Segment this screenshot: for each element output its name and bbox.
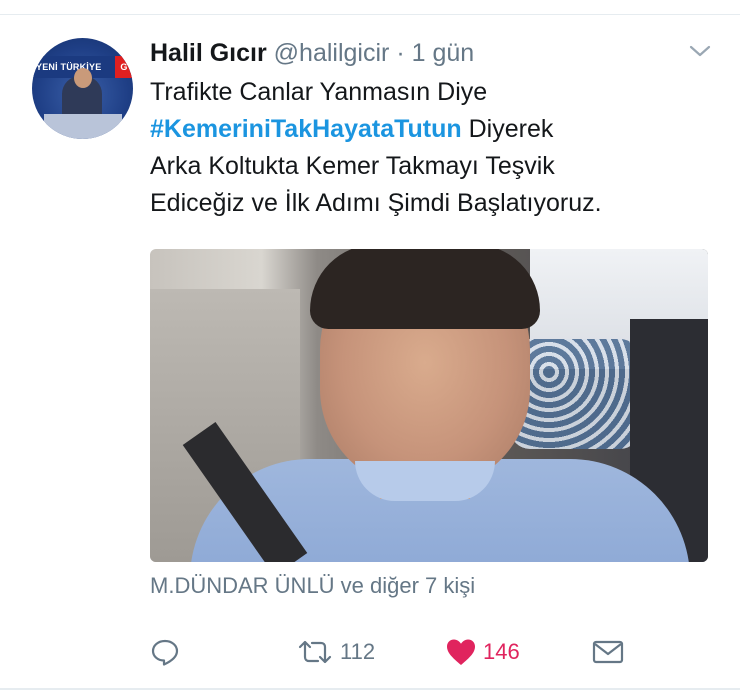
like-button[interactable]: 146: [445, 630, 520, 674]
hashtag-link[interactable]: #KemeriniTakHayataTutun: [150, 115, 462, 143]
retweet-button[interactable]: 112: [296, 630, 375, 674]
tweet-photo[interactable]: [150, 249, 708, 562]
avatar-banner-text: YENİ TÜRKİYE: [36, 62, 102, 72]
photo-collar: [355, 461, 495, 501]
tweet-text-line-4: Ediceğiz ve İlk Adımı Şimdi Başlatıyoruz…: [150, 189, 602, 217]
envelope-icon: [592, 640, 624, 664]
heart-icon: [447, 639, 475, 665]
tweet-text-line-2: #KemeriniTakHayataTutun Diyerek: [150, 111, 725, 148]
retweet-count: 112: [340, 639, 376, 664]
author-name[interactable]: Halil Gıcır: [150, 39, 267, 67]
avatar[interactable]: YENİ TÜRKİYE G: [32, 38, 133, 139]
avatar-desk: [44, 114, 122, 139]
top-divider: [0, 14, 740, 15]
chevron-down-icon[interactable]: [688, 42, 712, 60]
tweet-actions: 112 146: [0, 630, 740, 674]
liked-by-text[interactable]: M.DÜNDAR ÜNLÜ ve diğer 7 kişi: [150, 571, 475, 601]
reply-icon: [151, 639, 179, 666]
bottom-divider: [0, 688, 740, 690]
retweet-icon: [298, 640, 332, 664]
tweet-header: Halil Gıcır @halilgicir · 1 gün: [150, 36, 474, 70]
like-count: 146: [483, 639, 520, 664]
author-handle[interactable]: @halilgicir: [274, 39, 390, 67]
reply-button[interactable]: [150, 630, 180, 674]
direct-message-button[interactable]: [592, 630, 624, 674]
avatar-head: [74, 68, 92, 88]
tweet-text-line-1: Trafikte Canlar Yanmasın Diye: [150, 78, 488, 106]
tweet-text-line-3: Arka Koltukta Kemer Takmayı Teşvik: [150, 152, 555, 180]
timestamp[interactable]: 1 gün: [412, 39, 475, 67]
tweet-text: Trafikte Canlar Yanmasın Diye #KemeriniT…: [150, 74, 725, 222]
photo-hair: [310, 249, 540, 329]
tweet-text-line-2-rest: Diyerek: [461, 115, 554, 143]
separator-dot: ·: [396, 39, 405, 67]
avatar-banner-tail: G: [115, 56, 133, 78]
